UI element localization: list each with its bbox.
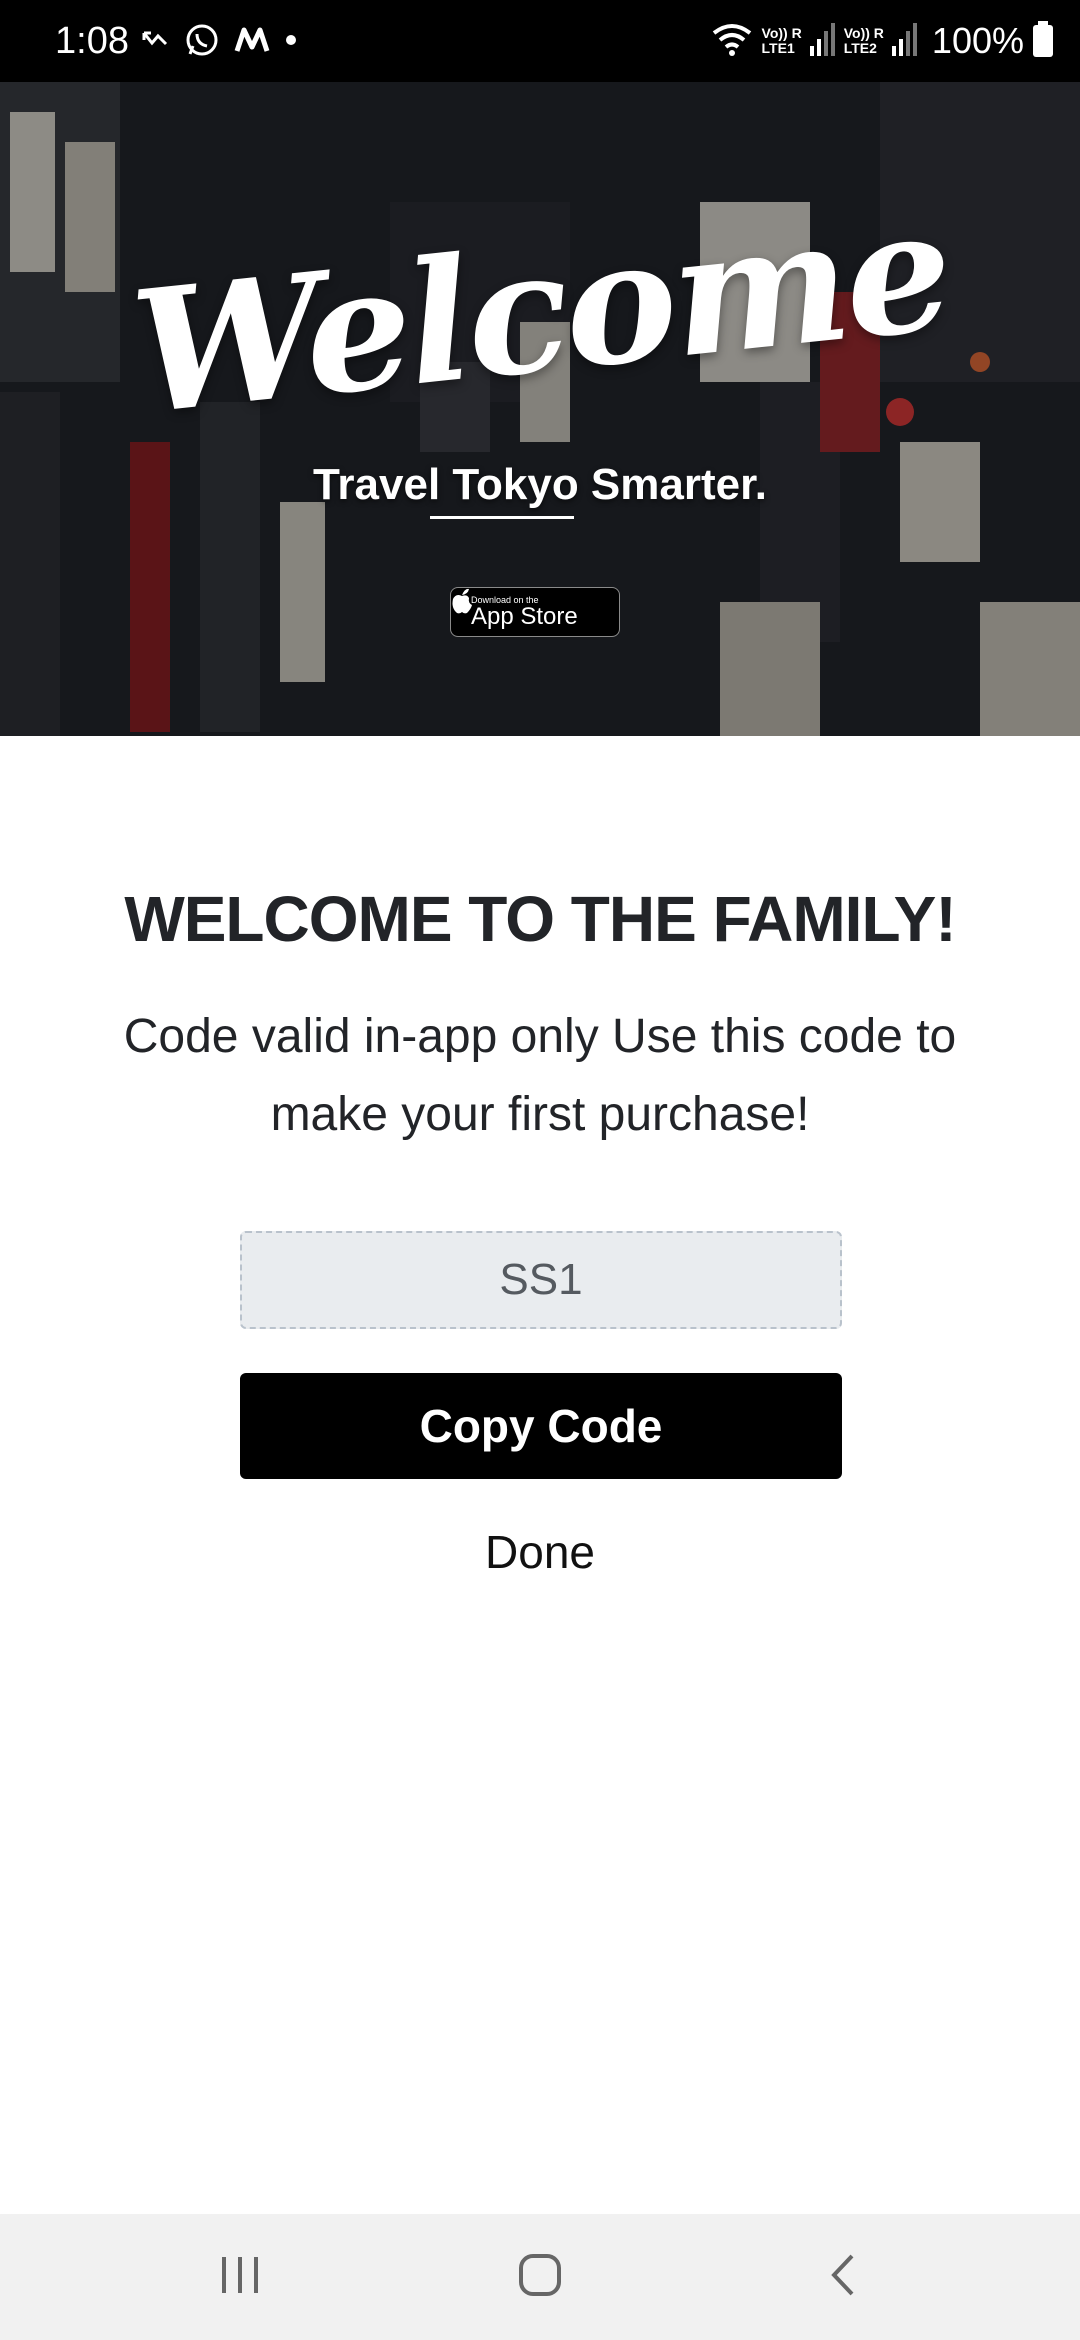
promo-code-field[interactable]: SS1 [240, 1231, 842, 1329]
signal-icon [809, 22, 836, 61]
system-icons: Vo)) R LTE1 Vo)) R LTE2 100% [710, 18, 1054, 64]
status-time: 1:08 [55, 20, 129, 62]
recent-apps-button[interactable] [200, 2242, 280, 2312]
tagline-underline [430, 516, 574, 519]
done-button[interactable]: Done [440, 1520, 640, 1584]
recent-apps-icon [218, 2255, 262, 2300]
hero-tagline: Travel Tokyo Smarter. [312, 460, 768, 509]
dot-icon [284, 33, 298, 52]
sim1-label: Vo)) R LTE1 [761, 25, 802, 56]
battery-icon [1032, 20, 1054, 62]
home-button[interactable] [500, 2242, 580, 2312]
back-icon [828, 2253, 858, 2302]
signal-icon [891, 22, 918, 61]
description-text: Code valid in-app only Use this code to … [123, 1010, 957, 1141]
m-app-icon [234, 25, 270, 60]
badge-big-text: App Store [471, 602, 578, 630]
home-icon [518, 2253, 562, 2302]
notification-icons [140, 20, 298, 64]
battery-percent: 100% [931, 20, 1024, 61]
navigation-bar [0, 2214, 1080, 2340]
whatsapp-icon [184, 22, 220, 63]
wifi-icon [710, 21, 754, 62]
sim2-label: Vo)) R LTE2 [843, 25, 884, 56]
page-title: WELCOME TO THE FAMILY! [124, 883, 956, 955]
hero-banner: Welcome Travel Tokyo Smarter. Download o… [0, 82, 1080, 736]
app-store-badge[interactable]: Download on the App Store [450, 587, 620, 637]
copy-code-button[interactable]: Copy Code [240, 1373, 842, 1479]
missed-call-icon [140, 25, 170, 60]
status-bar: 1:08 Vo)) R LTE1 Vo)) R LTE2 100% [0, 0, 1080, 82]
back-button[interactable] [803, 2242, 883, 2312]
